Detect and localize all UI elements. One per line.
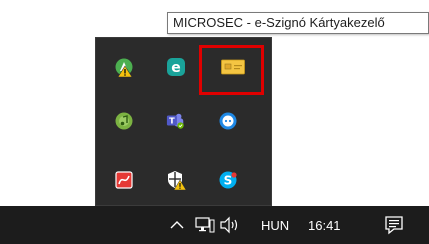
clock-time: 16:41 <box>308 217 341 233</box>
input-language-indicator[interactable]: HUN <box>261 206 289 244</box>
volume-icon[interactable] <box>219 206 241 244</box>
chevron-up-icon <box>170 221 184 229</box>
chat-bubble-icon[interactable] <box>218 111 238 131</box>
svg-text:T: T <box>169 116 175 126</box>
show-hidden-icons-button[interactable] <box>170 206 184 244</box>
microsoft-teams-icon[interactable]: T <box>166 111 186 131</box>
svg-text:S: S <box>224 174 233 188</box>
svg-text:e: e <box>171 60 181 76</box>
skype-icon[interactable]: S <box>218 170 238 190</box>
action-center-button[interactable] <box>384 206 404 244</box>
eset-icon[interactable]: e <box>166 57 186 77</box>
notification-icon <box>385 216 403 235</box>
network-icon[interactable] <box>195 206 215 244</box>
taskbar: HUN 16:41 <box>0 206 429 244</box>
tooltip-text: MICROSEC - e-Szignó Kártyakezelő <box>173 15 385 30</box>
language-label: HUN <box>261 217 290 233</box>
music-app-icon[interactable] <box>114 111 134 131</box>
highlight-box <box>199 45 264 95</box>
pdf-signer-icon[interactable] <box>114 170 134 190</box>
avast-warning-icon[interactable] <box>114 57 134 77</box>
tray-tooltip: MICROSEC - e-Szignó Kártyakezelő <box>167 12 429 34</box>
security-shield-warning-icon[interactable] <box>166 170 186 190</box>
clock[interactable]: 16:41 <box>308 206 341 244</box>
